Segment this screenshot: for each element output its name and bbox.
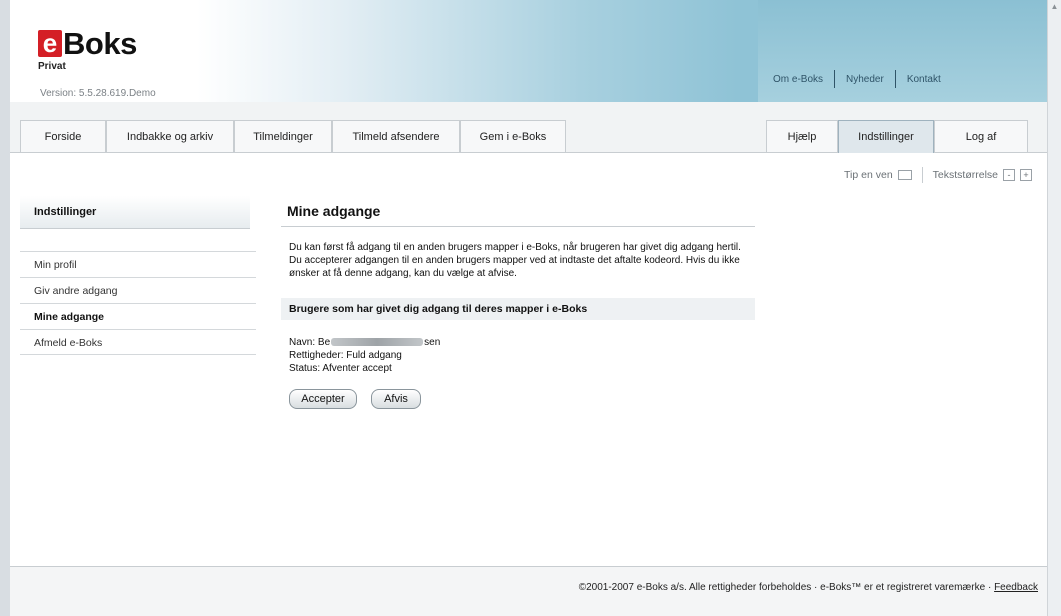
page: e Boks Privat Version: 5.5.28.619.Demo Om… <box>10 0 1048 616</box>
text-smaller-button[interactable]: - <box>1003 169 1015 181</box>
section-header-label: Brugere som har givet dig adgang til der… <box>289 303 588 315</box>
user-name-label: Navn: Be <box>289 337 331 348</box>
logo-wordmark: Boks <box>63 26 137 61</box>
tab-log-af[interactable]: Log af <box>934 120 1028 152</box>
version-label: Version: 5.5.28.619.Demo <box>40 88 156 99</box>
user-status: Status: Afventer accept <box>289 363 392 374</box>
divider <box>834 70 836 88</box>
text-size-label: Tekststørrelse <box>932 169 998 181</box>
link-nyheder[interactable]: Nyheder <box>846 74 884 85</box>
top-links: Om e-Boks Nyheder Kontakt <box>773 70 941 88</box>
tip-en-ven-link[interactable]: Tip en ven <box>844 169 893 181</box>
divider <box>894 70 896 88</box>
feedback-link[interactable]: Feedback <box>994 582 1038 593</box>
section-header: Brugere som har givet dig adgang til der… <box>281 298 755 320</box>
tab-indbakke-og-arkiv[interactable]: Indbakke og arkiv <box>106 120 234 152</box>
footer-text: ©2001-2007 e-Boks a/s. Alle rettigheder … <box>579 582 1038 593</box>
eboks-logo[interactable]: e Boks <box>38 26 137 61</box>
scroll-up-arrow-icon[interactable]: ▲ <box>1049 2 1060 12</box>
user-rights: Rettigheder: Fuld adgang <box>289 350 402 361</box>
text-larger-button[interactable]: + <box>1020 169 1032 181</box>
sidebar-item-afmeld-eboks[interactable]: Afmeld e-Boks <box>20 329 256 355</box>
window-border <box>0 0 10 616</box>
tab-bar: Forside Indbakke og arkiv Tilmeldinger T… <box>10 102 1048 153</box>
sidebar-heading-label: Indstillinger <box>34 206 97 218</box>
tab-forside[interactable]: Forside <box>20 120 106 152</box>
header: e Boks Privat Version: 5.5.28.619.Demo Om… <box>10 0 1048 102</box>
tab-tilmeldinger[interactable]: Tilmeldinger <box>234 120 332 152</box>
sidebar-item-min-profil[interactable]: Min profil <box>20 251 256 277</box>
link-kontakt[interactable]: Kontakt <box>907 74 941 85</box>
redacted-name <box>331 338 424 347</box>
user-name: Navn: Be sen <box>289 337 440 348</box>
tab-hjaelp[interactable]: Hjælp <box>766 120 838 152</box>
intro-text: Du kan først få adgang til en anden brug… <box>289 242 741 279</box>
user-name-suffix: sen <box>424 337 441 348</box>
logo-subtitle: Privat <box>38 61 66 72</box>
copyright-text: ©2001-2007 e-Boks a/s. Alle rettigheder … <box>578 582 995 593</box>
sidebar-item-giv-andre-adgang[interactable]: Giv andre adgang <box>20 277 256 303</box>
footer: ©2001-2007 e-Boks a/s. Alle rettigheder … <box>10 567 1048 616</box>
utility-bar: Tip en ven Tekststørrelse - + <box>844 167 1032 183</box>
tab-tilmeld-afsendere[interactable]: Tilmeld afsendere <box>332 120 460 152</box>
logo-e-mark: e <box>38 30 62 57</box>
tab-indstillinger[interactable]: Indstillinger <box>838 120 934 153</box>
reject-button[interactable]: Afvis <box>371 389 421 409</box>
envelope-icon[interactable] <box>897 170 912 180</box>
divider <box>921 167 923 183</box>
sidebar-heading: Indstillinger <box>20 196 250 229</box>
page-title: Mine adgange <box>287 203 381 219</box>
vertical-scrollbar[interactable]: ▲ <box>1047 0 1061 616</box>
accept-button[interactable]: Accepter <box>289 389 357 409</box>
title-divider <box>281 226 755 227</box>
link-om-eboks[interactable]: Om e-Boks <box>773 74 823 85</box>
sidebar-item-mine-adgange[interactable]: Mine adgange <box>20 303 256 329</box>
tab-gem-i-eboks[interactable]: Gem i e-Boks <box>460 120 566 152</box>
